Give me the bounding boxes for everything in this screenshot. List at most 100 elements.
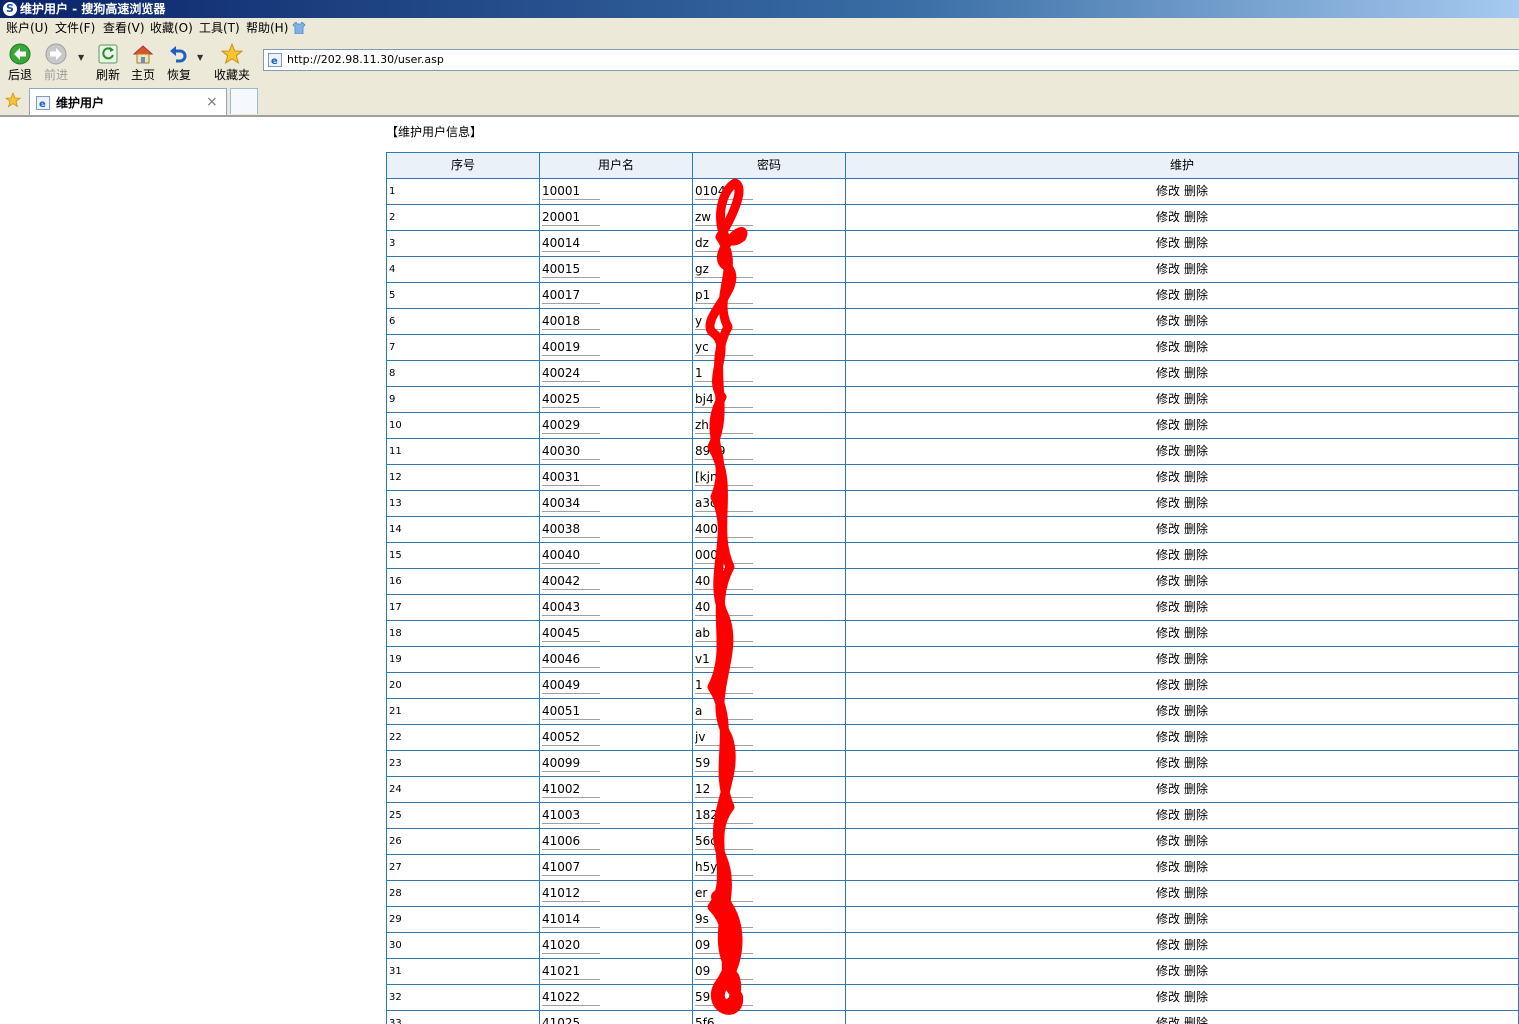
username-field[interactable]: 41002 <box>542 781 600 798</box>
password-field[interactable]: bj4 <box>695 391 753 408</box>
username-field[interactable]: 40024 <box>542 365 600 382</box>
username-field[interactable]: 41025 <box>542 1015 600 1024</box>
new-tab-button[interactable] <box>230 88 258 114</box>
menu-tools[interactable]: 工具(T) <box>199 21 240 36</box>
username-field[interactable]: 10001 <box>542 183 600 200</box>
password-field[interactable]: er <box>695 885 753 902</box>
password-field[interactable]: a3c2 <box>695 495 753 512</box>
address-bar[interactable]: e http://202.98.11.30/user.asp <box>263 49 1519 71</box>
back-button[interactable]: 后退 <box>2 41 38 85</box>
favorites-button[interactable]: 收藏夹 <box>214 41 250 85</box>
delete-link[interactable]: 删除 <box>1184 418 1208 432</box>
edit-link[interactable]: 修改 <box>1156 808 1180 822</box>
delete-link[interactable]: 删除 <box>1184 834 1208 848</box>
edit-link[interactable]: 修改 <box>1156 236 1180 250</box>
username-field[interactable]: 40031 <box>542 469 600 486</box>
username-field[interactable]: 40052 <box>542 729 600 746</box>
delete-link[interactable]: 删除 <box>1184 470 1208 484</box>
username-field[interactable]: 41012 <box>542 885 600 902</box>
delete-link[interactable]: 删除 <box>1184 548 1208 562</box>
delete-link[interactable]: 删除 <box>1184 938 1208 952</box>
delete-link[interactable]: 删除 <box>1184 496 1208 510</box>
delete-link[interactable]: 删除 <box>1184 730 1208 744</box>
username-field[interactable]: 40017 <box>542 287 600 304</box>
username-field[interactable]: 40099 <box>542 755 600 772</box>
username-field[interactable]: 40046 <box>542 651 600 668</box>
edit-link[interactable]: 修改 <box>1156 574 1180 588</box>
username-field[interactable]: 40014 <box>542 235 600 252</box>
username-field[interactable]: 40025 <box>542 391 600 408</box>
edit-link[interactable]: 修改 <box>1156 626 1180 640</box>
username-field[interactable]: 41022 <box>542 989 600 1006</box>
tab-close-icon[interactable]: × <box>206 94 218 110</box>
address-url[interactable]: http://202.98.11.30/user.asp <box>287 53 444 67</box>
forward-button[interactable]: 前进 <box>38 41 74 85</box>
edit-link[interactable]: 修改 <box>1156 834 1180 848</box>
menu-file[interactable]: 文件(F) <box>55 21 95 36</box>
password-field[interactable]: 4002 <box>695 521 753 538</box>
menu-help[interactable]: 帮助(H) <box>246 21 288 36</box>
restore-button[interactable]: 恢复 <box>161 41 197 85</box>
edit-link[interactable]: 修改 <box>1156 210 1180 224</box>
password-field[interactable]: 09 <box>695 937 753 954</box>
username-field[interactable]: 20001 <box>542 209 600 226</box>
delete-link[interactable]: 删除 <box>1184 184 1208 198</box>
edit-link[interactable]: 修改 <box>1156 652 1180 666</box>
menu-view[interactable]: 查看(V) <box>103 21 145 36</box>
home-button[interactable]: 主页 <box>125 41 161 85</box>
edit-link[interactable]: 修改 <box>1156 1016 1180 1024</box>
delete-link[interactable]: 删除 <box>1184 262 1208 276</box>
username-field[interactable]: 40018 <box>542 313 600 330</box>
edit-link[interactable]: 修改 <box>1156 886 1180 900</box>
username-field[interactable]: 40030 <box>542 443 600 460</box>
username-field[interactable]: 40015 <box>542 261 600 278</box>
edit-link[interactable]: 修改 <box>1156 184 1180 198</box>
username-field[interactable]: 41021 <box>542 963 600 980</box>
password-field[interactable]: ab <box>695 625 753 642</box>
edit-link[interactable]: 修改 <box>1156 756 1180 770</box>
password-field[interactable]: 59 <box>695 755 753 772</box>
delete-link[interactable]: 删除 <box>1184 288 1208 302</box>
password-field[interactable]: 40 <box>695 573 753 590</box>
delete-link[interactable]: 删除 <box>1184 756 1208 770</box>
password-field[interactable]: [kjn7 <box>695 469 753 486</box>
username-field[interactable]: 40034 <box>542 495 600 512</box>
edit-link[interactable]: 修改 <box>1156 340 1180 354</box>
password-field[interactable]: 56d <box>695 833 753 850</box>
password-field[interactable]: 0104 <box>695 183 753 200</box>
edit-link[interactable]: 修改 <box>1156 600 1180 614</box>
delete-link[interactable]: 删除 <box>1184 236 1208 250</box>
username-field[interactable]: 41007 <box>542 859 600 876</box>
restore-dropdown-icon[interactable]: ▼ <box>197 53 203 62</box>
password-field[interactable]: y <box>695 313 753 330</box>
edit-link[interactable]: 修改 <box>1156 444 1180 458</box>
edit-link[interactable]: 修改 <box>1156 496 1180 510</box>
delete-link[interactable]: 删除 <box>1184 964 1208 978</box>
delete-link[interactable]: 删除 <box>1184 704 1208 718</box>
password-field[interactable]: 12 <box>695 781 753 798</box>
delete-link[interactable]: 删除 <box>1184 522 1208 536</box>
password-field[interactable]: 5f6 <box>695 1015 753 1024</box>
password-field[interactable]: p1 <box>695 287 753 304</box>
password-field[interactable]: 8909 <box>695 443 753 460</box>
password-field[interactable]: jv <box>695 729 753 746</box>
password-field[interactable]: h5y <box>695 859 753 876</box>
edit-link[interactable]: 修改 <box>1156 418 1180 432</box>
password-field[interactable]: 9s <box>695 911 753 928</box>
edit-link[interactable]: 修改 <box>1156 704 1180 718</box>
tab-maintain-users[interactable]: e 维护用户 × <box>29 88 227 115</box>
password-field[interactable]: 09 <box>695 963 753 980</box>
password-field[interactable]: 1 <box>695 677 753 694</box>
edit-link[interactable]: 修改 <box>1156 860 1180 874</box>
password-field[interactable]: a <box>695 703 753 720</box>
edit-link[interactable]: 修改 <box>1156 522 1180 536</box>
username-field[interactable]: 41020 <box>542 937 600 954</box>
delete-link[interactable]: 删除 <box>1184 210 1208 224</box>
delete-link[interactable]: 删除 <box>1184 678 1208 692</box>
edit-link[interactable]: 修改 <box>1156 782 1180 796</box>
delete-link[interactable]: 删除 <box>1184 314 1208 328</box>
username-field[interactable]: 40043 <box>542 599 600 616</box>
delete-link[interactable]: 删除 <box>1184 600 1208 614</box>
delete-link[interactable]: 删除 <box>1184 392 1208 406</box>
username-field[interactable]: 40029 <box>542 417 600 434</box>
